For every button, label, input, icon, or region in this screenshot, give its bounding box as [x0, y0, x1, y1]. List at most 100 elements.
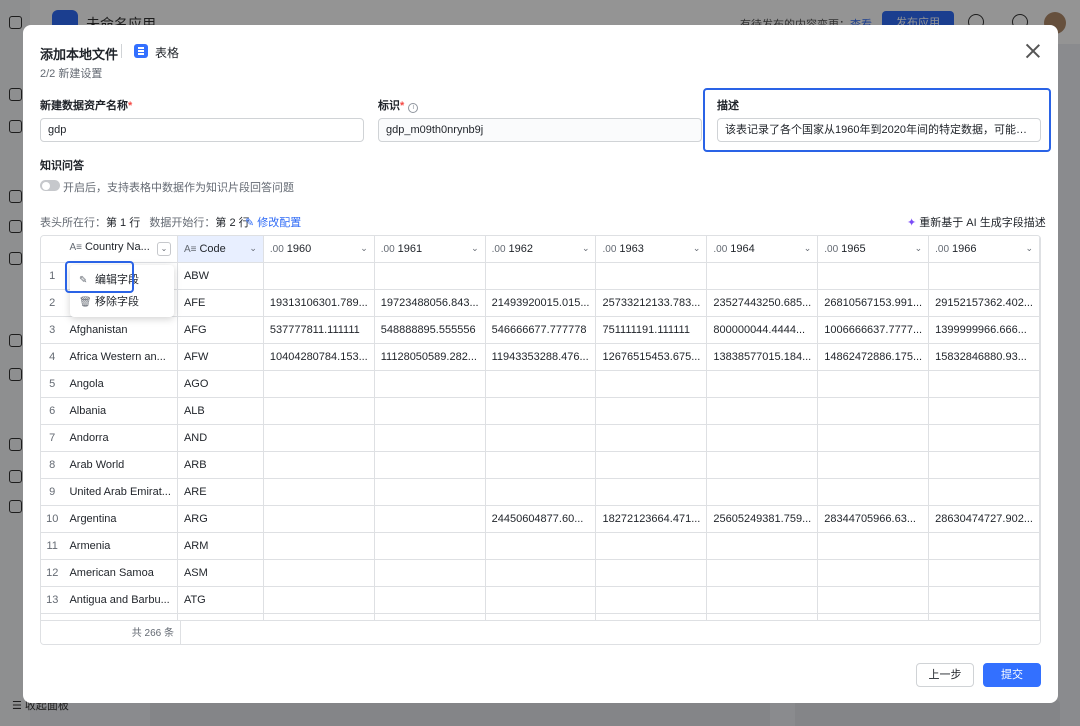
id-field-label: 标识* i — [378, 97, 419, 113]
table-row: 5 Angola AGO — [41, 370, 1040, 398]
chevron-down-icon[interactable]: ⌄ — [249, 243, 257, 254]
column-title: Code — [199, 242, 226, 255]
previous-step-button[interactable]: 上一步 — [916, 663, 974, 687]
column-title: 1964 — [730, 242, 755, 255]
identifier-input[interactable]: gdp_m09th0nrynb9j — [378, 118, 702, 142]
row-number: 10 — [41, 505, 64, 533]
column-title: 1963 — [619, 242, 644, 255]
value-cell — [817, 370, 930, 398]
value-cell: 548888895.555556 — [374, 316, 486, 344]
value-cell — [595, 451, 708, 479]
value-cell — [263, 505, 375, 533]
value-cell: 18272123664.471... — [595, 505, 708, 533]
chevron-down-icon[interactable]: ⌄ — [804, 243, 812, 254]
column-header-1961[interactable]: .00 1961 ⌄ — [374, 236, 486, 263]
value-cell — [485, 397, 597, 425]
value-cell — [817, 397, 930, 425]
value-cell — [263, 478, 375, 506]
value-cell — [374, 505, 486, 533]
row-number: 2 — [41, 289, 64, 317]
column-header-1965[interactable]: .00 1965 ⌄ — [817, 236, 930, 263]
value-cell: 546666677.777778 — [485, 316, 597, 344]
dialog-title: 添加本地文件 — [40, 47, 119, 62]
chevron-down-icon[interactable]: ⌄ — [693, 243, 701, 254]
value-cell — [485, 478, 597, 506]
value-cell — [263, 397, 375, 425]
country-code-cell: ARE — [177, 478, 264, 506]
value-cell: 29152157362.402... — [928, 289, 1040, 317]
value-cell — [485, 559, 597, 587]
country-code-cell: ASM — [177, 559, 264, 587]
step-indicator: 2/2 新建设置 — [40, 68, 103, 80]
value-cell — [263, 451, 375, 479]
value-cell — [595, 586, 708, 614]
value-cell — [928, 559, 1040, 587]
table-header-row: A≡ Country Na... ⌄ A≡ Code ⌄ .00 1960 ⌄ .00 196… — [41, 236, 1040, 263]
edit-config-link[interactable]: ✎ 修改配置 — [245, 214, 301, 230]
table-row: 6 Albania ALB — [41, 397, 1040, 425]
data-start-label: 数据开始行： — [149, 217, 216, 229]
ai-generate-button[interactable]: ✦ 重新基于 AI 生成字段描述 — [907, 214, 1046, 230]
country-name-cell: Andorra — [63, 424, 178, 452]
column-header-1962[interactable]: .00 1962 ⌄ — [485, 236, 597, 263]
column-title: Country Na... — [84, 241, 150, 254]
qa-toggle[interactable] — [40, 180, 60, 191]
submit-button[interactable]: 提交 — [983, 663, 1041, 687]
number-type-icon: .00 — [269, 243, 284, 255]
close-icon[interactable] — [1024, 42, 1042, 60]
remove-field-menu-item[interactable]: 🗑 移除字段 — [70, 291, 174, 313]
value-cell — [374, 586, 486, 614]
value-cell — [706, 559, 819, 587]
chevron-down-icon[interactable]: ⌄ — [915, 243, 923, 254]
value-cell — [928, 532, 1040, 560]
chevron-down-icon[interactable]: ⌄ — [471, 243, 479, 254]
chevron-down-icon[interactable]: ⌄ — [582, 243, 590, 254]
value-cell: 28344705966.63... — [817, 505, 930, 533]
column-title: 1965 — [841, 242, 866, 255]
info-icon[interactable]: i — [408, 103, 419, 113]
value-cell — [485, 532, 597, 560]
table-row: 10 Argentina ARG 24450604877.60... 182721236… — [41, 505, 1040, 533]
value-cell: 23527443250.685... — [706, 289, 819, 317]
remove-field-label: 移除字段 — [95, 296, 139, 308]
value-cell: 800000044.4444... — [706, 316, 819, 344]
column-header-1963[interactable]: .00 1963 ⌄ — [595, 236, 708, 263]
edit-icon: ✎ — [245, 217, 255, 229]
value-cell — [706, 262, 819, 290]
value-cell: 25733212133.783... — [595, 289, 708, 317]
number-type-icon: .00 — [491, 243, 506, 255]
sheet-icon — [134, 44, 148, 58]
column-header-country[interactable]: A≡ Country Na... ⌄ — [63, 236, 178, 263]
value-cell — [595, 478, 708, 506]
column-header-1960[interactable]: .00 1960 ⌄ — [263, 236, 375, 263]
asset-name-input[interactable]: gdp — [40, 118, 364, 142]
column-header-code[interactable]: A≡ Code ⌄ — [177, 236, 264, 263]
table-row: 4 Africa Western an... AFW 10404280784.153.… — [41, 343, 1040, 371]
country-name-cell: Antigua and Barbu... — [63, 586, 178, 614]
header-row-label: 表头所在行： — [40, 217, 106, 229]
country-code-cell: ATG — [177, 586, 264, 614]
file-type-label: 表格 — [155, 46, 180, 60]
value-cell — [374, 451, 486, 479]
column-header-1964[interactable]: .00 1964 ⌄ — [706, 236, 819, 263]
chevron-down-icon[interactable]: ⌄ — [360, 243, 368, 254]
country-name-cell: Angola — [63, 370, 178, 398]
chevron-down-icon[interactable]: ⌄ — [1025, 243, 1033, 254]
column-header-1966[interactable]: .00 1966 ⌄ — [928, 236, 1040, 263]
row-number-header — [41, 236, 64, 263]
table-row: 1 ABW — [41, 262, 1040, 290]
header-config: 表头所在行：第 1 行 数据开始行：第 2 行 — [40, 214, 250, 230]
country-code-cell: ARB — [177, 451, 264, 479]
data-preview-table: A≡ Country Na... ⌄ A≡ Code ⌄ .00 1960 ⌄ .00 196… — [40, 235, 1041, 645]
chevron-down-icon[interactable]: ⌄ — [156, 242, 171, 257]
value-cell — [374, 397, 486, 425]
value-cell — [706, 370, 819, 398]
country-code-cell: AFG — [177, 316, 264, 344]
country-code-cell: AFW — [177, 343, 264, 371]
row-number: 5 — [41, 370, 64, 398]
edit-config-label: 修改配置 — [257, 217, 302, 229]
value-cell — [928, 397, 1040, 425]
value-cell — [595, 397, 708, 425]
value-cell: 15832846880.93... — [928, 343, 1040, 371]
add-local-file-dialog: 添加本地文件 表格 2/2 新建设置 新建数据资产名称* gdp 标识* i gd… — [23, 25, 1058, 703]
